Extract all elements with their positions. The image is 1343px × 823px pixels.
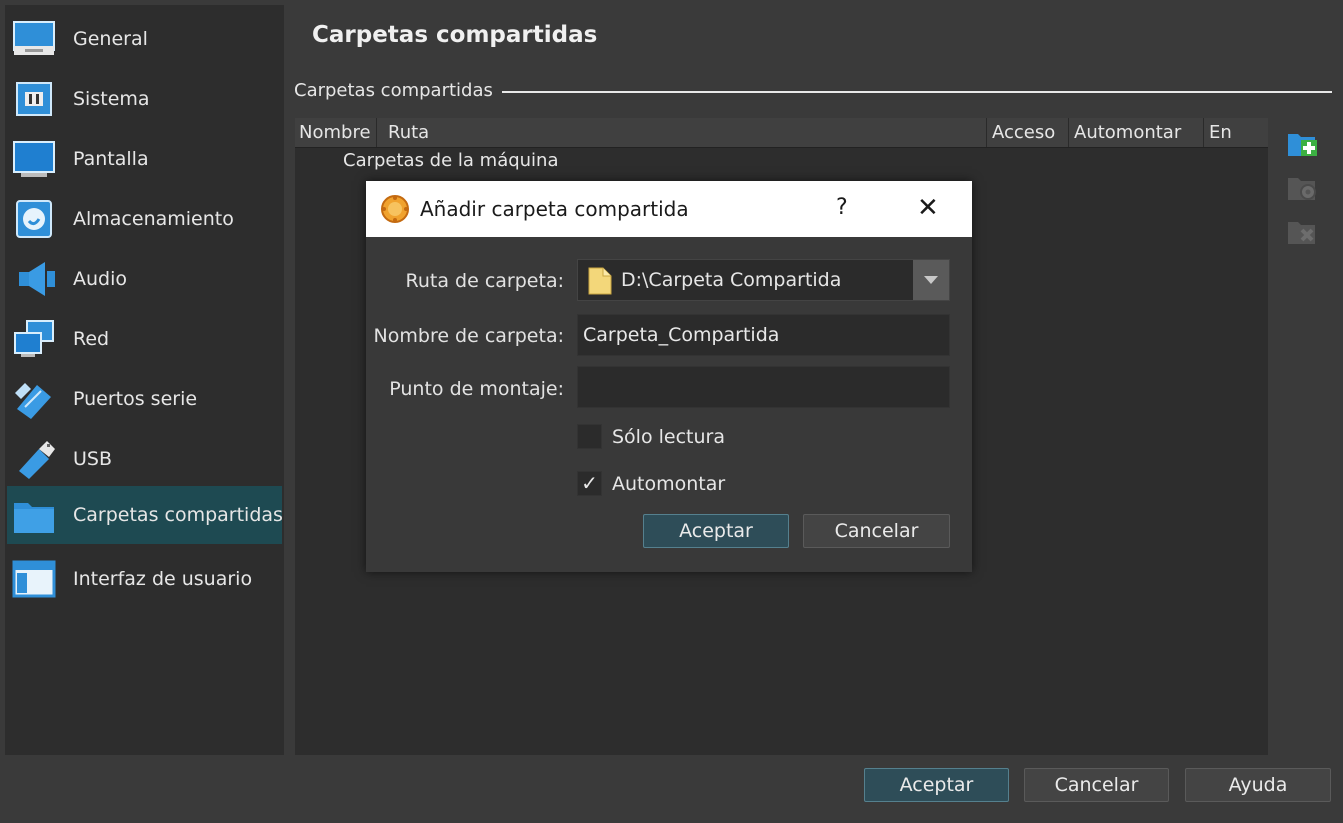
folder-path-combo[interactable]: D:\Carpeta Compartida [577, 259, 950, 301]
mount-point-label: Punto de montaje: [389, 378, 564, 400]
serial-port-icon [15, 383, 51, 419]
sidebar-item-label: Audio [73, 268, 128, 290]
group-label: Carpetas compartidas [294, 80, 493, 101]
sidebar-item-label: Carpetas compartidas [73, 504, 283, 526]
monitor-icon [13, 141, 55, 177]
sidebar-item-almacenamiento[interactable]: Almacenamiento [7, 190, 282, 248]
sidebar-item-usb[interactable]: USB [7, 430, 282, 488]
sidebar-item-label: Red [73, 328, 110, 350]
group-divider [502, 91, 1332, 93]
edit-folder-icon[interactable] [1287, 172, 1319, 202]
chip-icon [16, 82, 52, 116]
column-header-automontar[interactable]: Automontar [1074, 122, 1181, 143]
folder-icon [14, 503, 54, 533]
column-header-acceso[interactable]: Acceso [992, 122, 1055, 143]
automount-label[interactable]: Automontar [612, 473, 725, 495]
automount-checkbox[interactable]: ✓ [577, 471, 602, 496]
network-icon [14, 320, 54, 357]
sidebar-item-label: Sistema [73, 88, 150, 110]
virtualbox-app-icon [381, 195, 409, 223]
folder-name-label: Nombre de carpeta: [373, 325, 564, 347]
help-button[interactable]: Ayuda [1185, 768, 1331, 802]
dialog-title: Añadir carpeta compartida [420, 197, 689, 221]
window-icon [12, 560, 56, 598]
dialog-ok-button[interactable]: Aceptar [643, 514, 789, 548]
cancel-button[interactable]: Cancelar [1024, 768, 1169, 802]
column-separator[interactable] [1068, 118, 1069, 147]
file-folder-icon [588, 267, 612, 295]
ok-button[interactable]: Aceptar [864, 768, 1009, 802]
chevron-down-icon[interactable] [913, 260, 949, 300]
add-folder-icon[interactable] [1287, 128, 1319, 158]
sidebar-item-interfaz-usuario[interactable]: Interfaz de usuario [7, 550, 282, 608]
column-header-en[interactable]: En [1209, 122, 1232, 143]
sidebar-item-red[interactable]: Red [7, 310, 282, 368]
readonly-label[interactable]: Sólo lectura [612, 426, 725, 448]
sidebar-item-audio[interactable]: Audio [7, 250, 282, 308]
speaker-icon [19, 262, 55, 296]
general-icon [13, 21, 55, 55]
mount-point-field[interactable] [577, 366, 950, 408]
column-header-nombre[interactable]: Nombre [299, 122, 371, 143]
sidebar-item-general[interactable]: General [7, 10, 282, 68]
column-header-ruta[interactable]: Ruta [388, 122, 429, 143]
column-separator[interactable] [376, 118, 377, 147]
sidebar-item-label: Almacenamiento [73, 208, 234, 230]
page-title: Carpetas compartidas [312, 22, 598, 48]
sidebar-item-label: USB [73, 448, 113, 470]
sidebar-item-label: Pantalla [73, 148, 149, 170]
folder-path-label: Ruta de carpeta: [405, 270, 564, 292]
sidebar-item-label: General [73, 28, 148, 50]
disk-icon [16, 200, 52, 238]
sidebar-item-carpetas-compartidas[interactable]: Carpetas compartidas [7, 486, 283, 544]
tree-item-machine-folders[interactable]: Carpetas de la máquina [343, 150, 559, 171]
usb-icon [19, 441, 55, 479]
dialog-cancel-button[interactable]: Cancelar [803, 514, 950, 548]
close-icon[interactable]: ✕ [917, 193, 939, 223]
remove-folder-icon[interactable] [1287, 216, 1319, 246]
column-separator[interactable] [1203, 118, 1204, 147]
add-shared-folder-dialog: Añadir carpeta compartida ? ✕ Ruta de ca… [366, 181, 972, 572]
help-icon[interactable]: ? [836, 195, 848, 220]
sidebar-item-label: Puertos serie [73, 388, 198, 410]
dialog-titlebar[interactable]: Añadir carpeta compartida ? ✕ [366, 181, 972, 237]
checkmark-icon: ✓ [581, 471, 598, 495]
folder-name-field[interactable] [577, 314, 950, 356]
settings-sidebar: General Sistema Pantalla Almacenamiento [5, 5, 284, 755]
column-separator[interactable] [986, 118, 987, 147]
readonly-checkbox[interactable] [577, 424, 602, 449]
sidebar-item-puertos-serie[interactable]: Puertos serie [7, 370, 282, 428]
sidebar-item-label: Interfaz de usuario [73, 568, 253, 590]
folder-path-value: D:\Carpeta Compartida [621, 269, 842, 291]
table-header: Nombre Ruta Acceso Automontar En [295, 118, 1268, 148]
sidebar-item-sistema[interactable]: Sistema [7, 70, 282, 128]
sidebar-item-pantalla[interactable]: Pantalla [7, 130, 282, 188]
